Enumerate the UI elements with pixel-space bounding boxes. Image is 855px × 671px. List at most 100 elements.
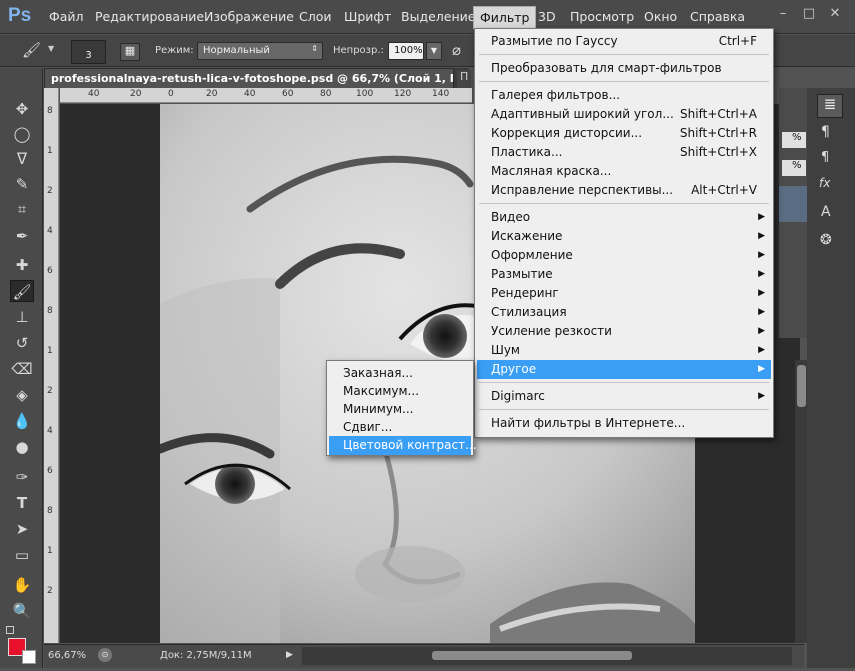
fx-icon[interactable]: fx bbox=[819, 176, 830, 190]
panel-percent-field-1[interactable]: % bbox=[782, 132, 806, 148]
opacity-input[interactable]: 100% bbox=[388, 42, 424, 60]
pen-tool-icon[interactable]: ✑ bbox=[10, 466, 34, 488]
filter-menu-item[interactable]: Галерея фильтров... bbox=[477, 86, 771, 105]
filter-menu-item[interactable]: Преобразовать для смарт-фильтров bbox=[477, 59, 771, 78]
menu-select[interactable]: Выделение bbox=[401, 9, 475, 24]
menu-type[interactable]: Шрифт bbox=[344, 9, 391, 24]
menu-filter[interactable]: Фильтр bbox=[473, 6, 537, 29]
paragraph-styles-icon[interactable]: ¶ bbox=[821, 150, 829, 165]
lasso-tool-icon[interactable]: ᐁ bbox=[10, 148, 34, 170]
menu-help[interactable]: Справка bbox=[690, 9, 745, 24]
filter-menu-item[interactable]: Коррекция дисторсии... Shift+Ctrl+R bbox=[477, 124, 771, 143]
filter-menu-item[interactable]: Усиление резкости ▶ bbox=[477, 322, 771, 341]
menu-item-label: Пластика... bbox=[491, 145, 563, 159]
filter-menu-item[interactable]: Адаптивный широкий угол... Shift+Ctrl+A bbox=[477, 105, 771, 124]
layer-row-selected[interactable] bbox=[779, 186, 807, 222]
other-submenu-item[interactable]: Минимум... bbox=[329, 400, 471, 419]
eyedropper-icon[interactable]: ✒ bbox=[10, 225, 34, 247]
ruler-tick: 40 bbox=[244, 89, 256, 99]
document-tab[interactable]: professionalnaya-retush-lica-v-fotoshope… bbox=[44, 68, 454, 88]
brush-tool-icon[interactable]: 🖌 bbox=[10, 280, 34, 302]
other-submenu-item[interactable]: Сдвиг... bbox=[329, 418, 471, 437]
status-menu-arrow-icon[interactable]: ▶ bbox=[286, 650, 293, 660]
rectangle-tool-icon[interactable]: ▭ bbox=[10, 544, 34, 566]
status-info-icon[interactable]: ⊙ bbox=[98, 648, 112, 662]
other-submenu-item[interactable]: Цветовой контраст... bbox=[329, 436, 477, 455]
menu-view[interactable]: Просмотр bbox=[570, 9, 634, 24]
ruler-tick: 6 bbox=[47, 466, 53, 476]
filter-menu-item[interactable]: Видео ▶ bbox=[477, 208, 771, 227]
character-icon[interactable]: A bbox=[821, 204, 831, 220]
menu-window[interactable]: Окно bbox=[644, 9, 677, 24]
history-brush-icon[interactable]: ↺ bbox=[10, 332, 34, 354]
elliptical-marquee-icon[interactable]: ◯ bbox=[10, 123, 34, 145]
default-colors-icon[interactable] bbox=[6, 626, 14, 634]
filter-menu-item[interactable]: Искажение ▶ bbox=[477, 227, 771, 246]
horizontal-scrollbar-thumb[interactable] bbox=[432, 651, 632, 660]
filter-menu-item[interactable]: Размытие по Гауссу Ctrl+F bbox=[477, 32, 771, 51]
scrollbar-thumb[interactable] bbox=[797, 365, 806, 407]
other-submenu-item[interactable]: Заказная... bbox=[329, 364, 471, 383]
brush-icon[interactable]: 🖌 bbox=[22, 41, 44, 61]
second-document-tab[interactable]: П bbox=[457, 70, 471, 88]
opacity-dropdown-icon[interactable]: ▼ bbox=[426, 42, 442, 60]
type-tool-icon[interactable]: T bbox=[10, 492, 34, 514]
menu-3d[interactable]: 3D bbox=[538, 9, 556, 24]
maximize-button[interactable]: □ bbox=[796, 4, 822, 24]
paint-bucket-icon[interactable]: ◈ bbox=[10, 384, 34, 406]
zoom-tool-icon[interactable]: 🔍 bbox=[10, 600, 34, 622]
background-color-swatch[interactable] bbox=[22, 650, 36, 664]
menu-item-label: Галерея фильтров... bbox=[491, 88, 621, 102]
hand-tool-icon[interactable]: ✋ bbox=[10, 574, 34, 596]
ruler-tick: 4 bbox=[47, 426, 53, 436]
other-submenu-item[interactable]: Максимум... bbox=[329, 382, 471, 401]
filter-menu-item[interactable]: Оформление ▶ bbox=[477, 246, 771, 265]
mode-select[interactable]: Нормальный ⇕ bbox=[197, 42, 323, 60]
horizontal-scrollbar[interactable] bbox=[302, 647, 792, 665]
move-tool-icon[interactable]: ✥ bbox=[10, 98, 34, 120]
menu-item-shortcut: Shift+Ctrl+R bbox=[679, 126, 757, 140]
eraser-tool-icon[interactable]: ⌫ bbox=[10, 358, 34, 380]
mode-label: Режим: bbox=[155, 45, 194, 56]
filter-menu-item[interactable]: Digimarc ▶ bbox=[477, 387, 771, 406]
panel-percent-field-2[interactable]: % bbox=[782, 160, 806, 176]
filter-menu-item[interactable]: Найти фильтры в Интернете... bbox=[477, 414, 771, 433]
layers-icon[interactable]: ≣ bbox=[817, 94, 843, 118]
filter-menu-item[interactable]: Исправление перспективы... Alt+Ctrl+V bbox=[477, 181, 771, 200]
filter-menu-item[interactable]: Размытие ▶ bbox=[477, 265, 771, 284]
filter-menu-item[interactable]: Другое ▶ bbox=[477, 360, 771, 379]
minimize-button[interactable]: – bbox=[770, 4, 796, 24]
paragraph-icon[interactable]: ¶ bbox=[821, 124, 830, 140]
menu-layers[interactable]: Слои bbox=[299, 9, 332, 24]
close-button[interactable]: ✕ bbox=[822, 4, 848, 24]
brush-panel-icon[interactable]: ▦ bbox=[120, 43, 140, 61]
menu-item-label: Заказная... bbox=[343, 366, 413, 380]
filter-menu-item[interactable]: Масляная краска... bbox=[477, 162, 771, 181]
menu-item-label: Стилизация bbox=[491, 305, 567, 319]
menu-item-label: Оформление bbox=[491, 248, 573, 262]
brush-size-preview[interactable]: 3 bbox=[71, 40, 106, 64]
filter-menu-item[interactable]: Рендеринг ▶ bbox=[477, 284, 771, 303]
filter-menu-item[interactable]: Стилизация ▶ bbox=[477, 303, 771, 322]
dodge-tool-icon[interactable]: ● bbox=[10, 436, 34, 458]
submenu-arrow-icon: ▶ bbox=[758, 364, 765, 374]
clone-stamp-icon[interactable]: ⊥ bbox=[10, 306, 34, 328]
filter-menu-item[interactable]: Шум ▶ bbox=[477, 341, 771, 360]
healing-brush-icon[interactable]: ✚ bbox=[10, 254, 34, 276]
chevron-down-icon[interactable]: ▼ bbox=[48, 44, 54, 53]
path-selection-icon[interactable]: ➤ bbox=[10, 518, 34, 540]
crop-tool-icon[interactable]: ⌗ bbox=[10, 198, 34, 220]
menu-edit[interactable]: Редактирование bbox=[95, 9, 204, 24]
quick-select-icon[interactable]: ✎ bbox=[10, 173, 34, 195]
zoom-level[interactable]: 66,67% bbox=[48, 650, 86, 661]
menu-image[interactable]: Изображение bbox=[204, 9, 294, 24]
ruler-tick: 1 bbox=[47, 146, 53, 156]
blur-tool-icon[interactable]: 💧 bbox=[10, 410, 34, 432]
ruler-tick: 40 bbox=[88, 89, 100, 99]
pressure-opacity-icon[interactable]: ⌀ bbox=[452, 41, 470, 61]
adjustments-icon[interactable]: ❂ bbox=[820, 232, 832, 248]
menu-file[interactable]: Файл bbox=[49, 9, 84, 24]
filter-menu-item[interactable]: Пластика... Shift+Ctrl+X bbox=[477, 143, 771, 162]
menu-item-shortcut: Ctrl+F bbox=[718, 34, 757, 48]
menu-item-label: Исправление перспективы... bbox=[491, 183, 674, 197]
